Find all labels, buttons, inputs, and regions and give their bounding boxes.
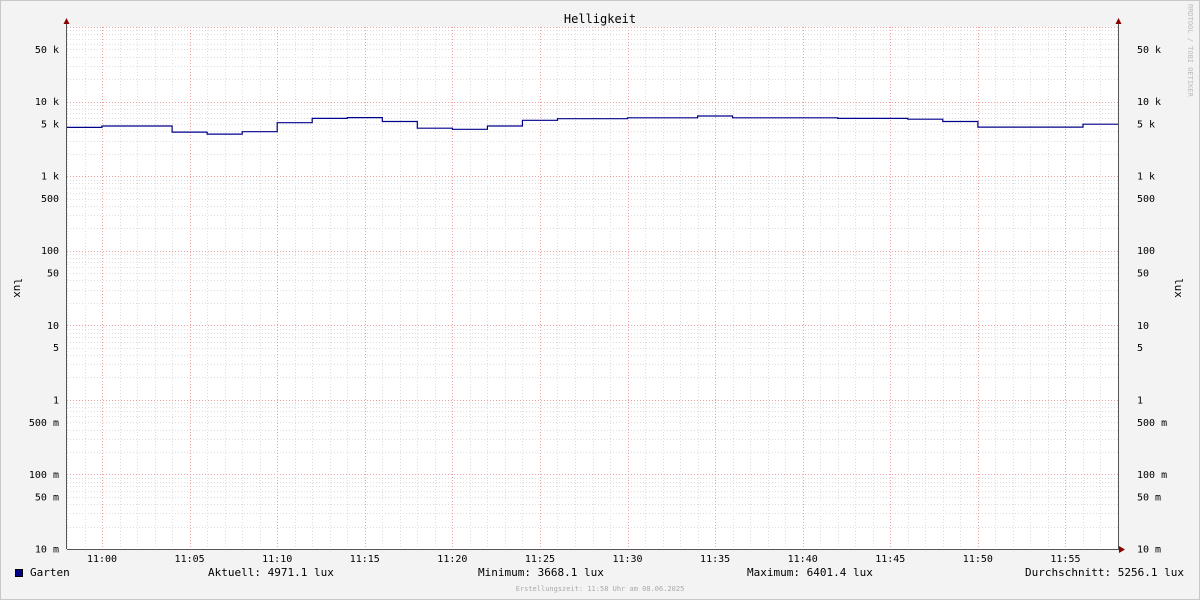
x-tick-label: 11:50: [963, 554, 993, 565]
x-tick-label: 11:55: [1050, 554, 1080, 565]
y-tick-label-right: 10 m: [1137, 545, 1161, 556]
y-tick-label-right: 10 k: [1137, 97, 1161, 108]
y-tick-label-right: 1 k: [1137, 172, 1155, 183]
x-tick-label: 11:40: [788, 554, 818, 565]
watermark: RRDTOOL / TOBI OETIKER: [1186, 4, 1194, 97]
y-tick-label-left: 50 k: [35, 45, 59, 56]
y-axis-arrow-left: [63, 18, 70, 24]
x-tick-label: 11:00: [87, 554, 117, 565]
brightness-chart: 50 k 50 k 10 k 10 k 5 k 5 k 1 k 1 k 500 500 100 100…: [11, 12, 1185, 565]
x-tick-label: 11:05: [175, 554, 205, 565]
y-tick-label-right: 500 m: [1137, 418, 1167, 429]
legend-minimum: Minimum: 3668.1 lux: [478, 566, 604, 579]
y-tick-label-right: 50 k: [1137, 45, 1161, 56]
x-tick-label: 11:45: [875, 554, 905, 565]
y-tick-label-left: 1 k: [41, 172, 59, 183]
y-tick-label-right: 5 k: [1137, 120, 1155, 131]
legend-series-name: Garten: [30, 566, 70, 579]
y-tick-label-left: 1: [53, 395, 59, 406]
y-axis-label-right: lux: [1172, 278, 1185, 298]
y-tick-label-right: 50: [1137, 269, 1149, 280]
y-tick-label-right: 10: [1137, 321, 1149, 332]
y-tick-label-right: 500: [1137, 194, 1155, 205]
y-axis-label-left: lux: [11, 278, 24, 298]
y-tick-label-left: 500 m: [29, 418, 59, 429]
y-tick-label-right: 100: [1137, 246, 1155, 257]
legend: Garten Aktuell: 4971.1 lux Minimum: 3668…: [0, 566, 1200, 584]
y-tick-label-right: 100 m: [1137, 470, 1167, 481]
y-tick-label-left: 10: [47, 321, 59, 332]
y-tick-label-right: 1: [1137, 395, 1143, 406]
y-tick-label-left: 100: [41, 246, 59, 257]
legend-maximum: Maximum: 6401.4 lux: [747, 566, 873, 579]
y-tick-label-left: 10 m: [35, 545, 59, 556]
x-tick-label: 11:10: [262, 554, 292, 565]
y-tick-label-left: 50 m: [35, 492, 59, 503]
y-tick-label-left: 5 k: [41, 120, 59, 131]
y-tick-label-right: 5: [1137, 343, 1143, 354]
legend-average: Durchschnitt: 5256.1 lux: [1025, 566, 1184, 579]
x-tick-label: 11:15: [350, 554, 380, 565]
y-tick-label-right: 50 m: [1137, 492, 1161, 503]
y-tick-label-left: 100 m: [29, 470, 59, 481]
y-tick-label-left: 500: [41, 194, 59, 205]
y-tick-label-left: 50: [47, 269, 59, 280]
x-tick-label: 11:35: [700, 554, 730, 565]
x-tick-label: 11:30: [612, 554, 642, 565]
legend-swatch: [15, 569, 23, 577]
x-tick-label: 11:20: [437, 554, 467, 565]
x-tick-label: 11:25: [525, 554, 555, 565]
x-axis-arrow: [1119, 546, 1125, 553]
legend-current: Aktuell: 4971.1 lux: [208, 566, 334, 579]
creation-timestamp: Erstellungszeit: 11:58 Uhr am 08.06.2025: [515, 585, 685, 593]
y-tick-label-left: 5: [53, 343, 59, 354]
y-axis-arrow-right: [1115, 18, 1122, 24]
chart-title: Helligkeit: [564, 12, 636, 26]
y-tick-label-left: 10 k: [35, 97, 59, 108]
